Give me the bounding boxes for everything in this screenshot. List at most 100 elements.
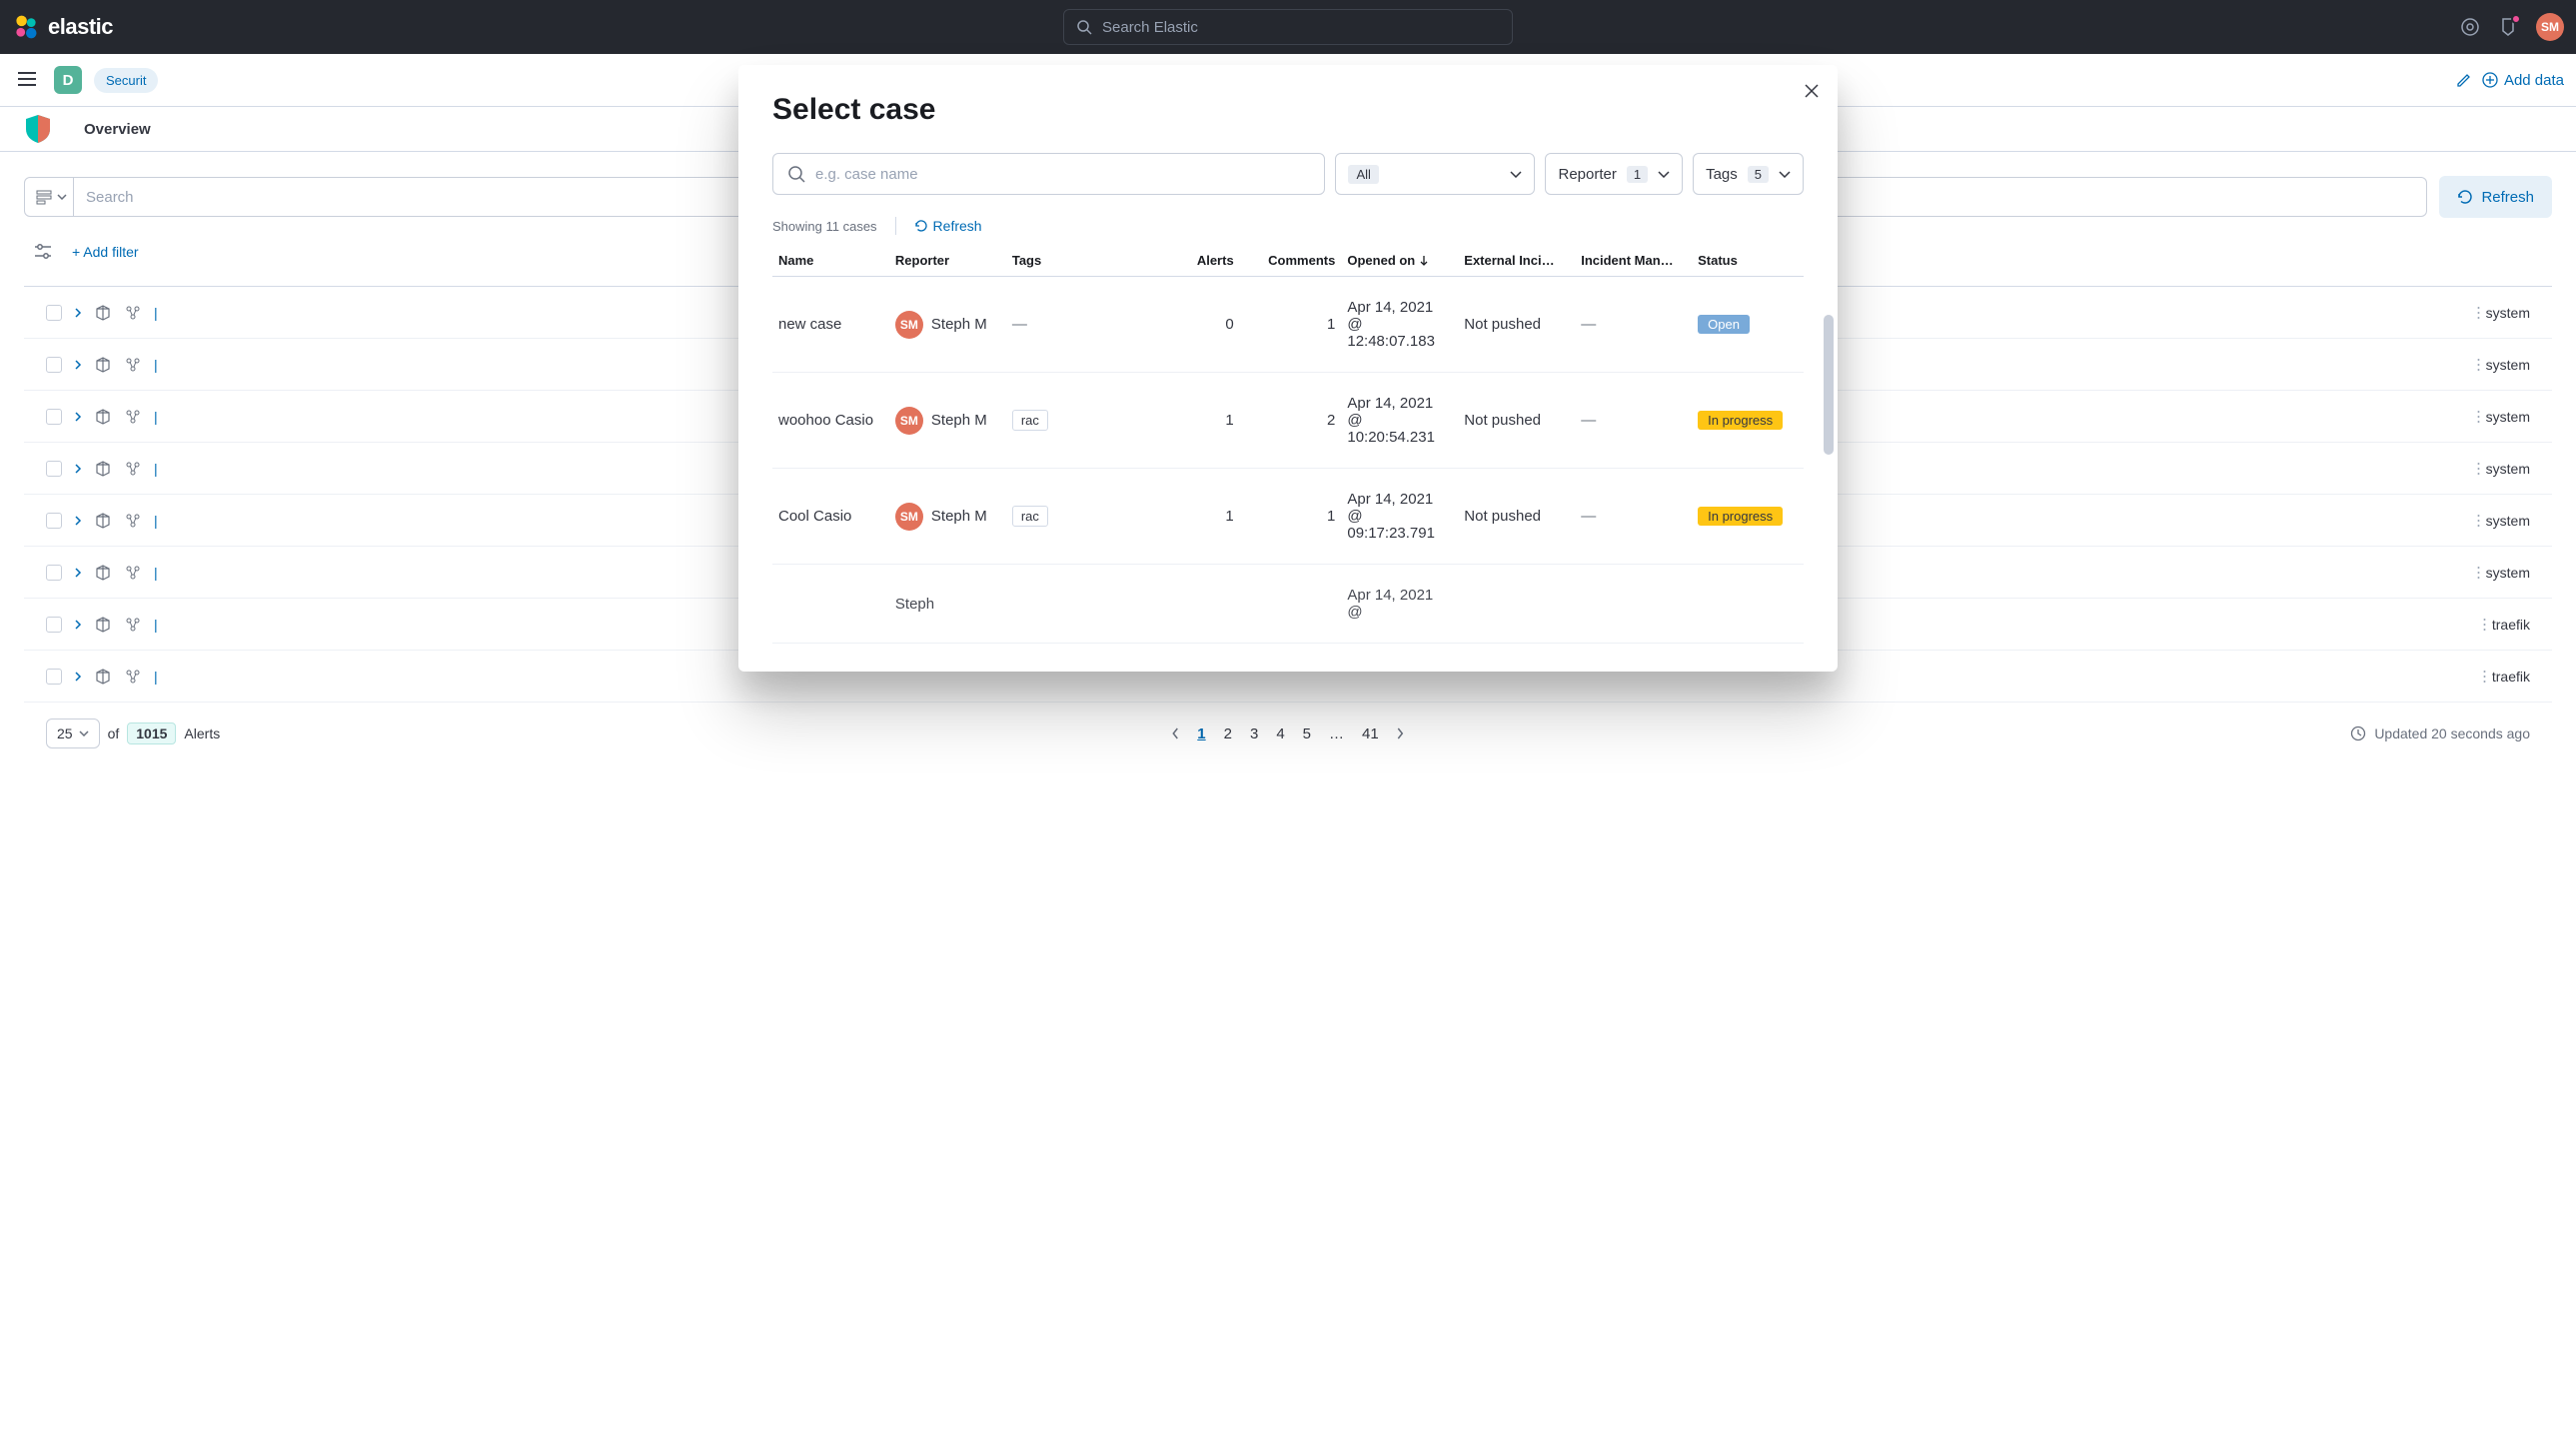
- case-row[interactable]: new caseSMSteph M—01Apr 14, 2021 @ 12:48…: [772, 277, 1804, 373]
- row-checkbox[interactable]: [46, 617, 62, 633]
- opened-date: Apr 14, 2021 @ 12:48:07.183: [1341, 277, 1458, 373]
- incident-system: —: [1575, 373, 1692, 469]
- row-checkbox[interactable]: [46, 461, 62, 477]
- close-button[interactable]: [1800, 79, 1824, 106]
- page-size-select[interactable]: 25: [46, 718, 100, 748]
- row-checkbox[interactable]: [46, 565, 62, 581]
- brand-text: elastic: [48, 14, 113, 40]
- tags-filter[interactable]: Tags 5: [1693, 153, 1804, 195]
- chevron-right-icon[interactable]: [74, 463, 82, 475]
- reporter-avatar: SM: [895, 407, 923, 435]
- module-label: system: [2486, 461, 2530, 477]
- newsfeed-icon[interactable]: [2498, 17, 2518, 37]
- nav-toggle-icon[interactable]: [12, 66, 42, 95]
- module-label: traefik: [2492, 617, 2530, 633]
- chevron-down-icon: [57, 194, 67, 200]
- col-external[interactable]: External Inci…: [1458, 245, 1575, 277]
- case-search[interactable]: [772, 153, 1325, 195]
- analyze-icon[interactable]: [124, 668, 142, 686]
- refresh-button[interactable]: Refresh: [2439, 176, 2552, 218]
- cube-icon[interactable]: [94, 460, 112, 478]
- cube-icon[interactable]: [94, 304, 112, 322]
- filter-settings-icon[interactable]: [24, 236, 62, 268]
- page-number[interactable]: 2: [1224, 725, 1232, 742]
- analyze-icon[interactable]: [124, 460, 142, 478]
- pencil-icon[interactable]: [2456, 72, 2472, 88]
- chevron-left-icon[interactable]: [1171, 727, 1179, 739]
- chevron-right-icon[interactable]: [74, 411, 82, 423]
- page-number[interactable]: 3: [1250, 725, 1258, 742]
- col-comments[interactable]: Comments: [1240, 245, 1342, 277]
- analyze-icon[interactable]: [124, 512, 142, 530]
- alerts-count: 0: [1179, 277, 1240, 373]
- status-filter[interactable]: All: [1335, 153, 1535, 195]
- case-search-input[interactable]: [815, 166, 1310, 183]
- page-number[interactable]: 41: [1362, 725, 1379, 742]
- security-shield-icon: [24, 113, 52, 145]
- pagination: 25 of 1015 Alerts 12345…41 Updated 20 se…: [24, 703, 2552, 764]
- filter-icon: [35, 188, 53, 206]
- drag-icon: [2477, 306, 2480, 320]
- add-data-link[interactable]: Add data: [2482, 72, 2564, 89]
- cube-icon[interactable]: [94, 512, 112, 530]
- space-badge[interactable]: D: [54, 66, 82, 94]
- refresh-cases-link[interactable]: Refresh: [914, 218, 982, 234]
- cube-icon[interactable]: [94, 616, 112, 634]
- analyze-icon[interactable]: [124, 616, 142, 634]
- page-number[interactable]: 4: [1276, 725, 1284, 742]
- cube-icon[interactable]: [94, 356, 112, 374]
- page-number[interactable]: 5: [1303, 725, 1311, 742]
- chevron-right-icon[interactable]: [74, 307, 82, 319]
- page-number[interactable]: 1: [1197, 725, 1205, 742]
- analyze-icon[interactable]: [124, 408, 142, 426]
- scroll-thumb[interactable]: [1824, 315, 1834, 455]
- col-reporter[interactable]: Reporter: [889, 245, 1006, 277]
- col-alerts[interactable]: Alerts: [1179, 245, 1240, 277]
- plus-circle-icon: [2482, 72, 2498, 88]
- col-tags[interactable]: Tags: [1006, 245, 1179, 277]
- case-row[interactable]: Cool CasioSMSteph Mrac11Apr 14, 2021 @ 0…: [772, 469, 1804, 565]
- modal-title: Select case: [772, 93, 1804, 127]
- nav-overview[interactable]: Overview: [84, 121, 151, 138]
- help-icon[interactable]: [2460, 17, 2480, 37]
- global-search[interactable]: [1063, 9, 1513, 45]
- comments-count: 1: [1240, 277, 1342, 373]
- analyze-icon[interactable]: [124, 564, 142, 582]
- cube-icon[interactable]: [94, 408, 112, 426]
- cube-icon[interactable]: [94, 564, 112, 582]
- chevron-right-icon[interactable]: [74, 567, 82, 579]
- breadcrumb-pill[interactable]: Securit: [94, 68, 158, 93]
- reporter-filter[interactable]: Reporter 1: [1545, 153, 1683, 195]
- cube-icon[interactable]: [94, 668, 112, 686]
- of-label: of: [108, 725, 120, 741]
- page-ellipsis: …: [1329, 725, 1344, 742]
- case-name: new case: [772, 277, 889, 373]
- chevron-right-icon[interactable]: [74, 515, 82, 527]
- row-checkbox[interactable]: [46, 513, 62, 529]
- col-incident[interactable]: Incident Man…: [1575, 245, 1692, 277]
- chevron-right-icon[interactable]: [74, 671, 82, 683]
- add-filter-link[interactable]: + Add filter: [72, 244, 139, 260]
- row-checkbox[interactable]: [46, 669, 62, 685]
- col-status[interactable]: Status: [1692, 245, 1804, 277]
- analyze-icon[interactable]: [124, 356, 142, 374]
- col-opened[interactable]: Opened on: [1341, 245, 1458, 277]
- scrollbar[interactable]: [1824, 315, 1834, 662]
- row-checkbox[interactable]: [46, 357, 62, 373]
- col-name[interactable]: Name: [772, 245, 889, 277]
- case-name: Cool Casio: [772, 469, 889, 565]
- chevron-right-icon[interactable]: [1397, 727, 1405, 739]
- row-checkbox[interactable]: [46, 305, 62, 321]
- analyze-icon[interactable]: [124, 304, 142, 322]
- chevron-right-icon[interactable]: [74, 619, 82, 631]
- query-language-toggle[interactable]: [24, 177, 74, 217]
- case-row[interactable]: woohoo CasioSMSteph Mrac12Apr 14, 2021 @…: [772, 373, 1804, 469]
- empty-value: —: [1012, 316, 1027, 333]
- global-search-input[interactable]: [1102, 19, 1500, 36]
- alerts-count: 1: [1179, 469, 1240, 565]
- reporter-name: Steph: [895, 596, 934, 613]
- brand-logo[interactable]: elastic: [12, 13, 113, 41]
- user-avatar[interactable]: SM: [2536, 13, 2564, 41]
- chevron-right-icon[interactable]: [74, 359, 82, 371]
- row-checkbox[interactable]: [46, 409, 62, 425]
